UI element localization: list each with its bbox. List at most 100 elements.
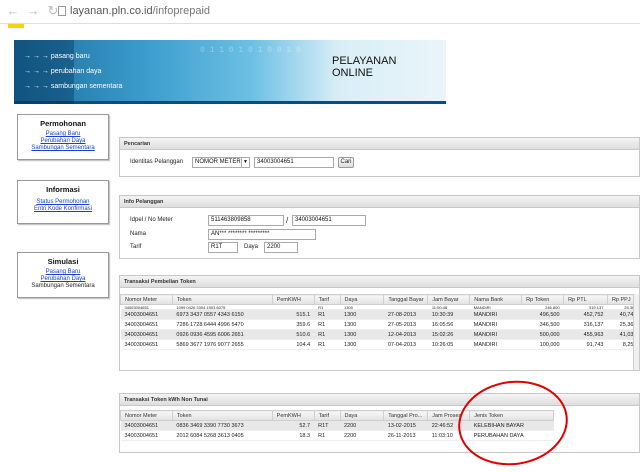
table-cell: 452,752	[564, 310, 608, 320]
red-annotation-circle	[453, 374, 574, 472]
idpel-field: 511463809858	[208, 215, 284, 226]
table-row[interactable]: 340030046515869 3677 1976 9077 2655104.4…	[121, 340, 640, 350]
page-icon	[58, 6, 66, 16]
banner-menu-sambungan-sementara[interactable]: → → → sambungan sementara	[24, 83, 122, 90]
cari-button[interactable]: Cari	[338, 157, 354, 168]
table-cell: 27-05-2013	[384, 320, 428, 330]
label-identitas: Identitas Pelanggan	[130, 159, 183, 165]
column-header[interactable]: Tanggal Bayar	[384, 295, 428, 305]
column-header[interactable]: PemKWH	[272, 295, 314, 305]
column-header[interactable]: Token	[172, 295, 272, 305]
column-header[interactable]: Rp Token	[522, 295, 564, 305]
table-cell: 07-04-2013	[384, 340, 428, 350]
link-simulasi-pasang-baru[interactable]: Pasang Baru	[18, 269, 108, 276]
table-cell: R1T	[314, 421, 340, 431]
table-cell: 34003004651	[121, 310, 173, 320]
sidebar-title: Simulasi	[18, 257, 108, 266]
link-status-permohonan[interactable]: Status Permohonan	[18, 199, 108, 206]
label-idpel: Idpel / No Meter	[130, 217, 173, 223]
table-cell: 2200	[340, 421, 384, 431]
table-cell: MANDIRI	[470, 320, 522, 330]
table-cell: 26-11-2013	[384, 431, 428, 441]
table-cell: MANDIRI	[470, 330, 522, 340]
table-cell: 27-08-2013	[384, 310, 428, 320]
grid-scrollbar[interactable]	[633, 294, 639, 371]
forward-arrow-icon[interactable]: →	[26, 4, 40, 18]
column-header[interactable]: Token	[172, 411, 272, 421]
table-cell: 359.6	[272, 320, 314, 330]
nometer-field: 34003004651	[292, 215, 366, 226]
label-tarif: Tarif	[130, 244, 141, 250]
panel-transaksi-pembelian: Transaksi Pembelian Token Nomor MeterTok…	[119, 275, 640, 371]
link-simulasi-perubahan-daya[interactable]: Perubahan Daya	[18, 276, 108, 283]
column-header[interactable]: Nomor Meter	[121, 295, 173, 305]
panel-info-pelanggan: Info Pelanggan Idpel / No Meter 51146380…	[119, 195, 640, 259]
column-header[interactable]: Daya	[340, 295, 384, 305]
column-header[interactable]: Rp PTL	[564, 295, 608, 305]
table-cell: 7286 1728 6444 4996 5470	[172, 320, 272, 330]
chevron-down-icon: ▼	[241, 158, 249, 167]
banner-menu-perubahan-daya[interactable]: → → → perubahan daya	[24, 68, 101, 75]
table-cell: 1300	[340, 330, 384, 340]
column-header[interactable]: PemKWH	[272, 411, 314, 421]
table-cell: 10:30:39	[428, 310, 470, 320]
sidebar-simulasi: Simulasi Pasang Baru Perubahan Daya Samb…	[17, 252, 109, 298]
banner-title: PELAYANAN ONLINE	[332, 55, 396, 79]
table-cell: R1	[314, 310, 340, 320]
sidebar-permohonan: Permohonan Pasang Baru Perubahan Daya Sa…	[17, 114, 109, 160]
table-cell: 1300	[340, 340, 384, 350]
column-header[interactable]: Tarif	[314, 411, 340, 421]
column-header[interactable]: Tarif	[314, 295, 340, 305]
table-cell: 34003004651	[121, 421, 173, 431]
tab-indicator	[8, 24, 24, 28]
table-cell: 500,000	[522, 330, 564, 340]
table-cell: 0836 3469 3390 7730 3673	[172, 421, 272, 431]
link-perubahan-daya[interactable]: Perubahan Daya	[18, 138, 108, 145]
table-cell: 2200	[340, 431, 384, 441]
text-sambungan-sementara: Sambungan Sementara	[18, 283, 108, 290]
table-cell: 1300	[340, 320, 384, 330]
identitas-input[interactable]: 34003004651	[254, 157, 334, 168]
table-row[interactable]: 340030046517286 1728 6444 4996 5470359.6…	[121, 320, 640, 330]
identitas-select[interactable]: NOMOR METER▼	[192, 157, 250, 168]
sidebar-title: Permohonan	[18, 119, 108, 128]
table-cell: 100,000	[522, 340, 564, 350]
panel-title: Info Pelanggan	[120, 196, 639, 208]
address-bar[interactable]: layanan.pln.co.id/infoprepaid	[70, 3, 210, 19]
table-cell: 34003004651	[121, 320, 173, 330]
panel-pencarian: Pencarian Identitas Pelanggan NOMOR METE…	[119, 137, 640, 177]
column-header[interactable]: Jam Bayar	[428, 295, 470, 305]
nama-field: AN*** ******** *********	[208, 229, 316, 240]
slash-separator: /	[286, 216, 288, 225]
table-cell: 346,500	[522, 320, 564, 330]
table-cell: 496,500	[522, 310, 564, 320]
sidebar-informasi: Informasi Status Permohonan Entri Kode K…	[17, 180, 109, 224]
table-cell: R1	[314, 330, 340, 340]
table-row[interactable]: 340030046516973 3437 0557 4343 6150515.1…	[121, 310, 640, 320]
banner-menu-pasang-baru[interactable]: → → → pasang baru	[24, 53, 90, 60]
sidebar-title: Informasi	[18, 185, 108, 194]
back-arrow-icon[interactable]: ←	[6, 4, 20, 18]
url-host: layanan.pln.co.id	[70, 5, 153, 17]
link-sambungan-sementara[interactable]: Sambungan Sementara	[18, 145, 108, 152]
link-pasang-baru[interactable]: Pasang Baru	[18, 131, 108, 138]
table-cell: 10:26:05	[428, 340, 470, 350]
panel-title: Pencarian	[120, 138, 639, 150]
banner-binary-decoration: 0 1 1 0 1 0 1 0 0 1 0	[200, 46, 301, 55]
daya-field: 2200	[264, 242, 298, 253]
table-cell: 34003004651	[121, 431, 173, 441]
table-cell: MANDIRI	[470, 310, 522, 320]
table-cell: 15:02:26	[428, 330, 470, 340]
table-row[interactable]: 340030046510926 0936 4595 6006 2651510.6…	[121, 330, 640, 340]
table-cell: R1	[314, 340, 340, 350]
transaksi-grid: Nomor MeterTokenPemKWHTarifDayaTanggal B…	[120, 294, 640, 350]
table-cell: 1300	[340, 310, 384, 320]
table-cell: R1	[314, 431, 340, 441]
column-header[interactable]: Nomor Meter	[121, 411, 173, 421]
column-header[interactable]: Daya	[340, 411, 384, 421]
column-header[interactable]: Nama Bank	[470, 295, 522, 305]
link-entri-kode-konfirmasi[interactable]: Entri Kode Konfirmasi	[18, 206, 108, 213]
table-cell: 5869 3677 1976 9077 2655	[172, 340, 272, 350]
label-nama: Nama	[130, 231, 146, 237]
column-header[interactable]: Tanggal Pro...	[384, 411, 428, 421]
